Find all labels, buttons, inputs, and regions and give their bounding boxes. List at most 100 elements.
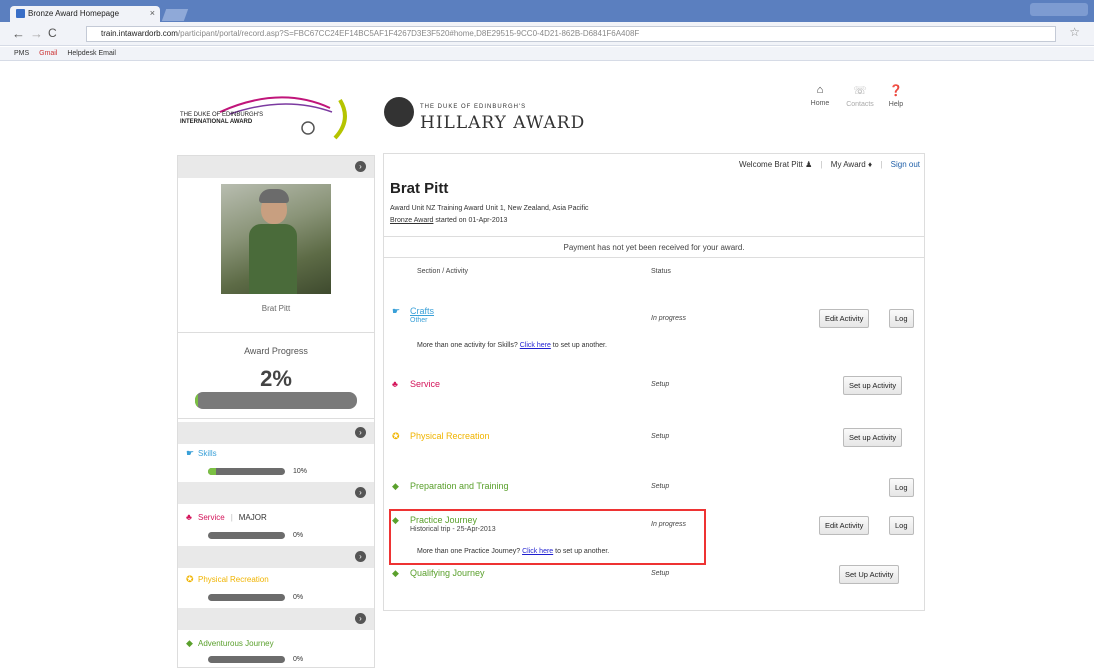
activity-physical-status: Setup	[651, 433, 670, 440]
profile-header-bar: ›	[178, 156, 374, 178]
favicon-icon	[16, 9, 25, 19]
bookmark-helpdesk[interactable]: Helpdesk Email	[67, 50, 116, 57]
activity-qualifying-link[interactable]: Qualifying Journey	[410, 568, 485, 578]
section-bar-skills: ›	[178, 422, 374, 444]
activity-crafts-status: In progress	[651, 315, 687, 322]
tab-close-icon[interactable]: ×	[150, 8, 155, 18]
skills-progress-bar	[208, 468, 285, 475]
payment-notice: Payment has not yet been received for yo…	[384, 236, 924, 258]
physical-setup-activity-button[interactable]: Set up Activity	[843, 428, 903, 447]
phone-icon: ☏	[853, 85, 867, 97]
back-icon[interactable]: ←	[12, 26, 25, 41]
profile-name: Brat Pitt	[261, 304, 291, 313]
expand-icon[interactable]: ›	[355, 487, 366, 498]
tab-title: Bronze Award Homepage	[28, 9, 120, 18]
bookmark-gmail[interactable]: Gmail	[39, 50, 57, 57]
nav-contacts-label: Contacts	[846, 101, 874, 108]
bookmarks-bar: PMS Gmail Helpdesk Email	[0, 47, 1094, 61]
crafts-note: More than one activity for Skills? Click…	[417, 342, 607, 349]
forward-icon[interactable]: →	[30, 26, 43, 41]
international-award-logo-text: THE DUKE OF EDINBURGH'S INTERNATIONAL AW…	[180, 112, 263, 126]
profile-photo	[221, 184, 331, 294]
nav-help-label: Help	[888, 101, 904, 108]
activity-crafts-link[interactable]: Crafts	[410, 306, 434, 316]
browser-tab[interactable]: Bronze Award Homepage ×	[10, 6, 160, 22]
nav-home[interactable]: ⌂ Home	[805, 84, 835, 107]
section-skills[interactable]: ☛ Skills	[186, 448, 217, 459]
reload-icon[interactable]: C	[48, 26, 57, 40]
practice-journey-log-button[interactable]: Log	[889, 516, 914, 535]
hillary-logo-subtitle: THE DUKE OF EDINBURGH'S	[420, 104, 527, 110]
practice-journey-edit-activity-button[interactable]: Edit Activity	[819, 516, 870, 535]
journey-icon: ◆	[392, 568, 399, 578]
adventurous-journey-icon: ◆	[186, 638, 193, 648]
new-tab-button[interactable]	[161, 9, 189, 21]
skills-progress-pct: 10%	[293, 468, 308, 475]
nav-contacts[interactable]: ☏ Contacts	[845, 84, 875, 108]
section-adventurous-label: Adventurous Journey	[198, 639, 274, 648]
section-skills-label: Skills	[198, 449, 217, 458]
url-path: /participant/portal/record.asp?S=FBC67CC…	[177, 29, 640, 38]
activity-crafts-sub: Other	[410, 317, 428, 324]
activity-crafts: ☛ Crafts Other	[392, 306, 434, 324]
expand-icon[interactable]: ›	[355, 613, 366, 624]
preparation-log-button[interactable]: Log	[889, 478, 914, 497]
award-started-line: Bronze Award started on 01-Apr-2013	[390, 217, 507, 224]
award-progress-bar	[195, 392, 357, 409]
section-bar-adventurous: ›	[178, 608, 374, 630]
physical-progress-pct: 0%	[293, 594, 304, 601]
browser-toolbar: ← → C train.intawardorb.com/participant/…	[0, 22, 1094, 46]
participant-name: Brat Pitt	[390, 180, 449, 197]
qualifying-setup-activity-button[interactable]: Set Up Activity	[839, 565, 900, 584]
my-award-link[interactable]: My Award	[831, 160, 866, 169]
physical-progress-bar	[208, 594, 285, 601]
crafts-click-here-link[interactable]: Click here	[520, 342, 551, 349]
activity-service-status: Setup	[651, 381, 670, 388]
award-level-link[interactable]: Bronze Award	[390, 217, 433, 224]
collapse-icon[interactable]: ›	[355, 161, 366, 172]
activity-service-link[interactable]: Service	[410, 379, 440, 389]
section-service[interactable]: ♣ Service | MAJOR	[186, 512, 267, 522]
bookmark-pms[interactable]: PMS	[14, 50, 29, 57]
journey-icon: ◆	[392, 481, 399, 491]
window-controls[interactable]	[1030, 3, 1088, 16]
hillary-logo-title: HILLARY AWARD	[420, 113, 586, 133]
activity-preparation-link[interactable]: Preparation and Training	[410, 481, 509, 491]
activity-qualifying-status: Setup	[651, 570, 670, 577]
address-bar[interactable]: train.intawardorb.com/participant/portal…	[86, 26, 1056, 42]
award-progress-label: Award Progress	[244, 346, 308, 356]
physical-recreation-icon: ✪	[186, 574, 194, 584]
crafts-log-button[interactable]: Log	[889, 309, 914, 328]
expand-icon[interactable]: ›	[355, 551, 366, 562]
service-icon: ♣	[392, 379, 398, 389]
sign-out-link[interactable]: Sign out	[891, 160, 920, 169]
welcome-bar: Welcome Brat Pitt ♟ | My Award ♦ | Sign …	[738, 160, 920, 169]
nav-help[interactable]: ❓ Help	[881, 84, 911, 108]
service-setup-activity-button[interactable]: Set up Activity	[843, 376, 903, 395]
column-section-activity: Section / Activity	[417, 268, 468, 275]
service-progress-bar	[208, 532, 285, 539]
physical-recreation-icon: ✪	[392, 431, 400, 441]
home-icon: ⌂	[816, 84, 824, 96]
activity-preparation-training: ◆ Preparation and Training	[392, 481, 509, 492]
profile-sidebar: › Brat Pitt Award Progress 2% › ☛ Skills …	[177, 155, 375, 668]
activity-physical-recreation: ✪ Physical Recreation	[392, 431, 490, 442]
service-progress-pct: 0%	[293, 532, 304, 539]
intl-logo-line1: THE DUKE OF EDINBURGH'S	[180, 112, 264, 118]
highlight-box	[389, 509, 706, 565]
url-host: train.intawardorb.com	[101, 29, 178, 38]
award-progress-value: 2%	[260, 366, 292, 391]
section-adventurous-journey[interactable]: ◆ Adventurous Journey	[186, 638, 274, 649]
skills-progress-fill	[208, 468, 216, 475]
award-unit-line: Award Unit NZ Training Award Unit 1, New…	[390, 205, 589, 212]
nav-home-label: Home	[810, 100, 830, 107]
crafts-edit-activity-button[interactable]: Edit Activity	[819, 309, 870, 328]
activity-physical-link[interactable]: Physical Recreation	[410, 431, 490, 441]
bookmark-star-icon[interactable]: ☆	[1069, 25, 1080, 39]
activity-qualifying-journey: ◆ Qualifying Journey	[392, 568, 485, 579]
note-text: to set up another.	[550, 342, 607, 349]
section-physical-recreation[interactable]: ✪ Physical Recreation	[186, 574, 269, 585]
intl-logo-line2: INTERNATIONAL AWARD	[180, 119, 253, 125]
expand-icon[interactable]: ›	[355, 427, 366, 438]
column-status: Status	[651, 268, 671, 275]
